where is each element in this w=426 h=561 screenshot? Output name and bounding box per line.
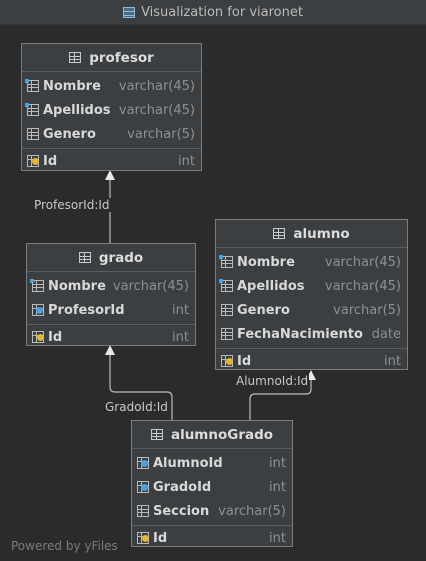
table-header: alumnoGrado bbox=[132, 421, 292, 449]
foreign-key-icon bbox=[32, 304, 44, 316]
column-row[interactable]: FechaNacimiento date bbox=[216, 322, 407, 346]
column-icon bbox=[221, 304, 233, 316]
key-type: int bbox=[269, 530, 286, 546]
key-row[interactable]: Id int bbox=[132, 526, 292, 550]
key-name: Id bbox=[237, 353, 252, 369]
column-icon bbox=[27, 128, 39, 140]
primary-key-icon bbox=[27, 155, 39, 167]
primary-key-icon bbox=[137, 532, 149, 544]
column-name: FechaNacimiento bbox=[237, 326, 363, 342]
table-icon bbox=[69, 52, 82, 63]
column-icon bbox=[25, 103, 39, 116]
column-type: int bbox=[172, 302, 189, 318]
column-type: varchar(5) bbox=[218, 503, 286, 519]
column-type: date bbox=[371, 326, 401, 342]
window-title: Visualization for viaronet bbox=[141, 4, 303, 20]
column-type: varchar(5) bbox=[333, 302, 401, 318]
foreign-key-icon bbox=[137, 481, 149, 493]
table-profesor[interactable]: profesor Nombre varchar(45) Apellidos varc… bbox=[21, 43, 202, 171]
table-icon bbox=[150, 429, 163, 440]
column-row[interactable]: GradoId int bbox=[132, 475, 292, 499]
column-type: varchar(45) bbox=[112, 278, 189, 294]
column-type: int bbox=[269, 479, 286, 495]
table-icon bbox=[273, 228, 286, 239]
table-name: alumnoGrado bbox=[170, 426, 274, 443]
column-icon bbox=[219, 279, 233, 292]
foreign-key-icon bbox=[137, 457, 149, 469]
table-name: profesor bbox=[89, 49, 154, 66]
key-row[interactable]: Id int bbox=[22, 149, 201, 173]
column-icon bbox=[219, 255, 233, 268]
key-type: int bbox=[172, 329, 189, 345]
column-name: ProfesorId bbox=[48, 302, 125, 318]
primary-key-icon bbox=[32, 331, 44, 343]
column-row[interactable]: Apellidos varchar(45) bbox=[22, 98, 201, 122]
column-type: varchar(5) bbox=[127, 126, 195, 142]
column-type: varchar(45) bbox=[324, 278, 401, 294]
column-name: Nombre bbox=[43, 78, 101, 94]
column-name: Nombre bbox=[48, 278, 106, 294]
column-name: AlumnoId bbox=[153, 455, 223, 471]
column-row[interactable]: AlumnoId int bbox=[132, 451, 292, 475]
edge-label-gradoid: GradoId:Id bbox=[104, 400, 169, 414]
key-row[interactable]: Id int bbox=[216, 349, 407, 373]
powered-by-label: Powered by yFiles bbox=[11, 539, 118, 553]
column-name: Apellidos bbox=[237, 278, 305, 294]
column-name: Genero bbox=[43, 126, 96, 142]
table-header: profesor bbox=[22, 44, 201, 72]
diagram-icon bbox=[123, 6, 136, 18]
edge-label-alumnoid: AlumnoId:Id bbox=[235, 374, 310, 388]
column-row[interactable]: Genero varchar(5) bbox=[22, 122, 201, 146]
table-grado[interactable]: grado Nombre varchar(45) ProfesorId int Id… bbox=[26, 243, 196, 346]
column-icon bbox=[30, 279, 44, 292]
column-icon bbox=[137, 505, 149, 517]
table-icon bbox=[78, 252, 91, 263]
column-row[interactable]: Apellidos varchar(45) bbox=[216, 274, 407, 298]
column-icon bbox=[221, 328, 233, 340]
table-alumnogrado[interactable]: alumnoGrado AlumnoId int GradoId int Secci… bbox=[131, 420, 293, 547]
key-name: Id bbox=[48, 329, 63, 345]
key-name: Id bbox=[153, 530, 168, 546]
column-row[interactable]: Genero varchar(5) bbox=[216, 298, 407, 322]
key-type: int bbox=[384, 353, 401, 369]
table-name: alumno bbox=[293, 225, 350, 242]
window-titlebar: Visualization for viaronet bbox=[0, 0, 426, 25]
column-row[interactable]: Nombre varchar(45) bbox=[216, 250, 407, 274]
diagram-canvas[interactable]: ProfesorId:Id GradoId:Id AlumnoId:Id pro… bbox=[0, 25, 426, 561]
table-name: grado bbox=[98, 249, 144, 266]
column-row[interactable]: ProfesorId int bbox=[27, 298, 195, 322]
table-alumno[interactable]: alumno Nombre varchar(45) Apellidos varcha… bbox=[215, 219, 408, 370]
column-type: varchar(45) bbox=[324, 254, 401, 270]
column-row[interactable]: Nombre varchar(45) bbox=[22, 74, 201, 98]
key-name: Id bbox=[43, 153, 58, 169]
column-name: Genero bbox=[237, 302, 290, 318]
column-type: int bbox=[269, 455, 286, 471]
edge-label-profesorid: ProfesorId:Id bbox=[33, 198, 111, 212]
key-row[interactable]: Id int bbox=[27, 325, 195, 349]
column-name: GradoId bbox=[153, 479, 212, 495]
column-type: varchar(45) bbox=[118, 102, 195, 118]
column-name: Nombre bbox=[237, 254, 295, 270]
table-header: alumno bbox=[216, 220, 407, 248]
column-name: Apellidos bbox=[43, 102, 111, 118]
table-header: grado bbox=[27, 244, 195, 272]
primary-key-icon bbox=[221, 355, 233, 367]
column-row[interactable]: Seccion varchar(5) bbox=[132, 499, 292, 523]
key-type: int bbox=[178, 153, 195, 169]
column-name: Seccion bbox=[153, 503, 210, 519]
column-type: varchar(45) bbox=[118, 78, 195, 94]
column-row[interactable]: Nombre varchar(45) bbox=[27, 274, 195, 298]
column-icon bbox=[25, 79, 39, 92]
